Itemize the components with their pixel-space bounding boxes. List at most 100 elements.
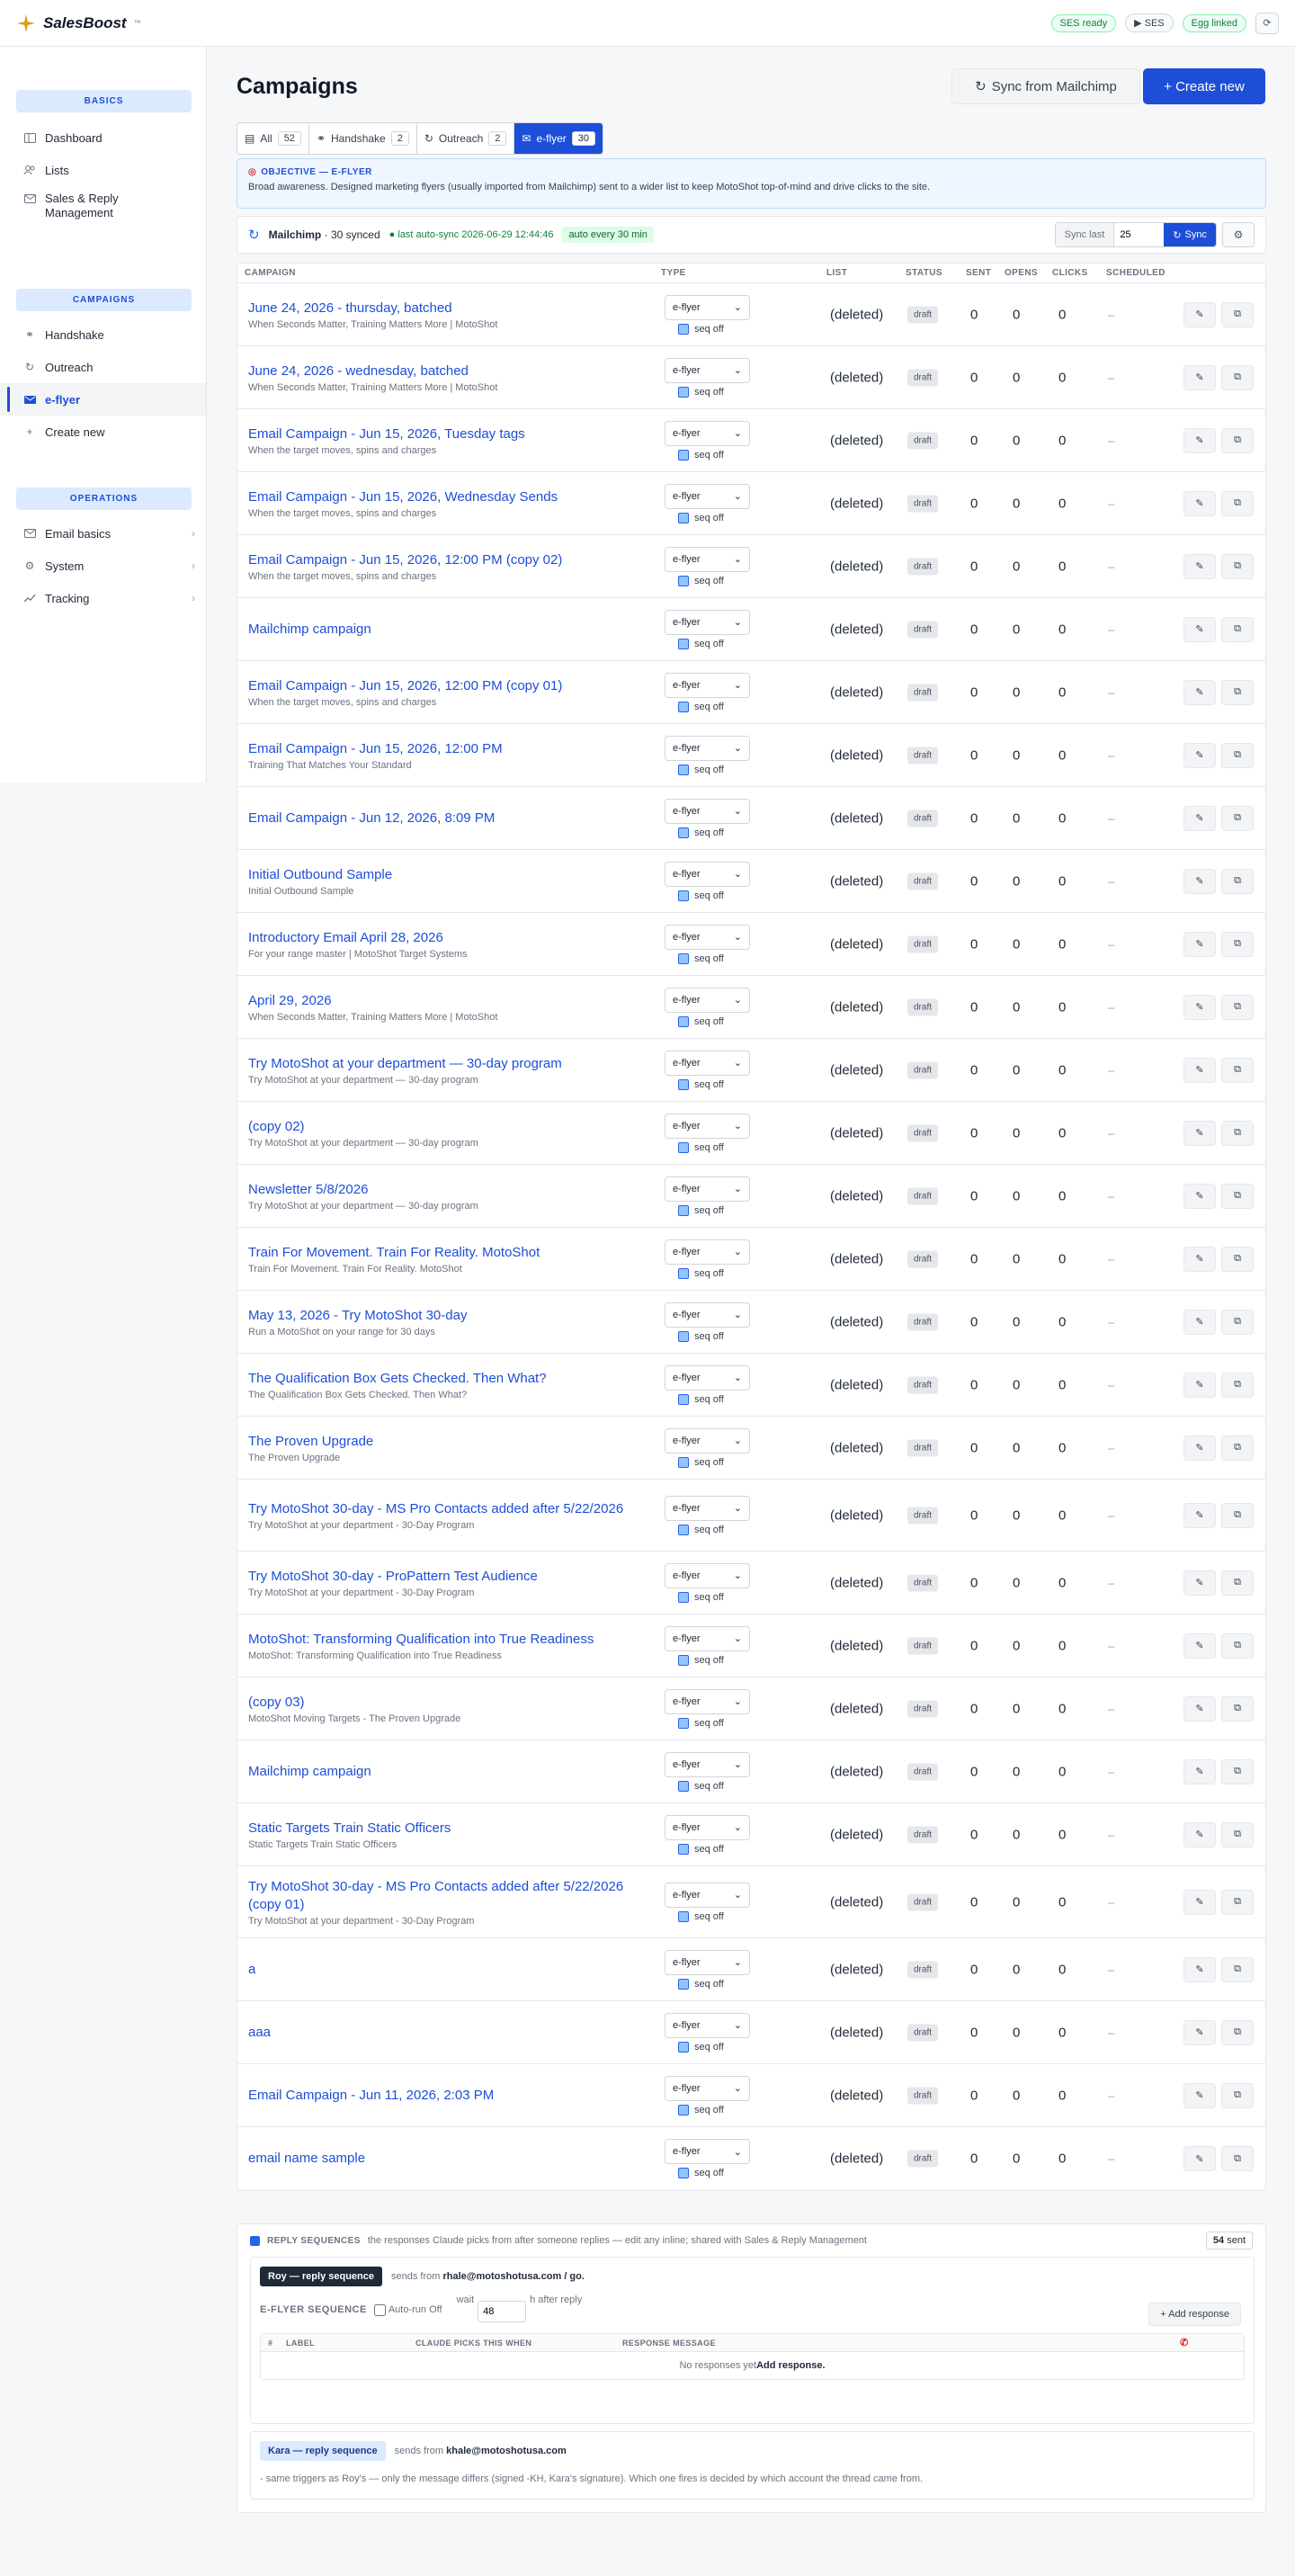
edit-pencil-icon[interactable]: ✎ xyxy=(1183,868,1216,894)
seq-toggle[interactable]: seq off xyxy=(665,1717,750,1729)
seq-toggle[interactable]: seq off xyxy=(665,890,750,901)
brand[interactable]: SalesBoost ™ xyxy=(16,13,141,33)
seq-checkbox[interactable] xyxy=(678,1204,689,1216)
edit-pencil-icon[interactable]: ✎ xyxy=(1183,805,1216,831)
type-select[interactable]: e-flyer ⌄ xyxy=(665,1495,750,1521)
seq-toggle[interactable]: seq off xyxy=(665,1654,750,1666)
type-select[interactable]: e-flyer ⌄ xyxy=(665,1562,750,1588)
edit-pencil-icon[interactable]: ✎ xyxy=(1183,2146,1216,2171)
seq-toggle[interactable]: seq off xyxy=(665,512,750,523)
edit-pencil-icon[interactable]: ✎ xyxy=(1183,553,1216,579)
sync-last-input[interactable] xyxy=(1114,223,1165,246)
seq-checkbox[interactable] xyxy=(678,575,689,586)
sidebar-item-email-basics[interactable]: Email basics › xyxy=(0,517,206,550)
type-select[interactable]: e-flyer ⌄ xyxy=(665,1814,750,1840)
type-select[interactable]: e-flyer ⌄ xyxy=(665,1239,750,1265)
campaign-title-link[interactable]: Email Campaign - Jun 15, 2026, Tuesday t… xyxy=(248,425,635,443)
add-response-link[interactable]: Add response. xyxy=(756,2360,825,2371)
type-select[interactable]: e-flyer ⌄ xyxy=(665,1751,750,1777)
seq-checkbox[interactable] xyxy=(678,1524,689,1535)
create-new-button[interactable]: + Create new xyxy=(1143,68,1265,104)
copy-icon[interactable]: ⧉ xyxy=(1221,1502,1254,1528)
copy-icon[interactable]: ⧉ xyxy=(1221,301,1254,327)
edit-pencil-icon[interactable]: ✎ xyxy=(1183,364,1216,390)
copy-icon[interactable]: ⧉ xyxy=(1221,931,1254,957)
type-select[interactable]: e-flyer ⌄ xyxy=(665,483,750,509)
seq-checkbox[interactable] xyxy=(678,2104,689,2115)
sync-from-mailchimp-button[interactable]: ↻ Sync from Mailchimp xyxy=(951,68,1140,104)
refresh-icon[interactable]: ⟳ xyxy=(1255,12,1279,34)
seq-checkbox[interactable] xyxy=(678,827,689,838)
seq-toggle[interactable]: seq off xyxy=(665,575,750,586)
copy-icon[interactable]: ⧉ xyxy=(1221,1758,1254,1784)
campaign-title-link[interactable]: (copy 03) xyxy=(248,1694,635,1712)
type-select[interactable]: e-flyer ⌄ xyxy=(665,357,750,383)
copy-icon[interactable]: ⧉ xyxy=(1221,868,1254,894)
seq-toggle[interactable]: seq off xyxy=(665,323,750,335)
copy-icon[interactable]: ⧉ xyxy=(1221,427,1254,453)
campaign-title-link[interactable]: Static Targets Train Static Officers xyxy=(248,1820,635,1838)
seq-toggle[interactable]: seq off xyxy=(665,1591,750,1603)
seq-toggle[interactable]: seq off xyxy=(665,1780,750,1792)
copy-icon[interactable]: ⧉ xyxy=(1221,1309,1254,1335)
type-select[interactable]: e-flyer ⌄ xyxy=(665,798,750,824)
type-select[interactable]: e-flyer ⌄ xyxy=(665,2012,750,2038)
tab-outreach[interactable]: ↻ Outreach 2 xyxy=(417,123,515,154)
campaign-title-link[interactable]: (copy 02) xyxy=(248,1118,635,1136)
sidebar-item-dashboard[interactable]: Dashboard xyxy=(0,121,206,154)
edit-pencil-icon[interactable]: ✎ xyxy=(1183,1435,1216,1461)
type-select[interactable]: e-flyer ⌄ xyxy=(665,1625,750,1651)
seq-toggle[interactable]: seq off xyxy=(665,701,750,712)
campaign-title-link[interactable]: Email Campaign - Jun 12, 2026, 8:09 PM xyxy=(248,809,635,827)
edit-pencil-icon[interactable]: ✎ xyxy=(1183,1057,1216,1083)
edit-pencil-icon[interactable]: ✎ xyxy=(1183,1502,1216,1528)
seq-toggle[interactable]: seq off xyxy=(665,1393,750,1405)
sidebar-item-outreach[interactable]: ↻ Outreach xyxy=(0,351,206,383)
seq-toggle[interactable]: seq off xyxy=(665,764,750,775)
copy-icon[interactable]: ⧉ xyxy=(1221,679,1254,705)
seq-checkbox[interactable] xyxy=(678,1330,689,1342)
type-select[interactable]: e-flyer ⌄ xyxy=(665,1364,750,1391)
seq-toggle[interactable]: seq off xyxy=(665,1015,750,1027)
edit-pencil-icon[interactable]: ✎ xyxy=(1183,1632,1216,1659)
edit-pencil-icon[interactable]: ✎ xyxy=(1183,616,1216,642)
sidebar-item-handshake[interactable]: ⚭ Handshake xyxy=(0,318,206,351)
edit-pencil-icon[interactable]: ✎ xyxy=(1183,742,1216,768)
edit-pencil-icon[interactable]: ✎ xyxy=(1183,2019,1216,2045)
seq-checkbox[interactable] xyxy=(678,1780,689,1792)
seq-checkbox[interactable] xyxy=(678,1978,689,1990)
campaign-title-link[interactable]: April 29, 2026 xyxy=(248,992,635,1010)
seq-toggle[interactable]: seq off xyxy=(665,386,750,398)
seq-checkbox[interactable] xyxy=(678,449,689,461)
type-select[interactable]: e-flyer ⌄ xyxy=(665,1050,750,1076)
seq-checkbox[interactable] xyxy=(678,1141,689,1153)
seq-checkbox[interactable] xyxy=(678,1591,689,1603)
type-select[interactable]: e-flyer ⌄ xyxy=(665,924,750,950)
type-select[interactable]: e-flyer ⌄ xyxy=(665,1427,750,1453)
copy-icon[interactable]: ⧉ xyxy=(1221,1632,1254,1659)
campaign-title-link[interactable]: The Qualification Box Gets Checked. Then… xyxy=(248,1370,635,1388)
edit-pencil-icon[interactable]: ✎ xyxy=(1183,1956,1216,1982)
seq-checkbox[interactable] xyxy=(678,2168,689,2178)
seq-toggle[interactable]: seq off xyxy=(665,1910,750,1922)
edit-pencil-icon[interactable]: ✎ xyxy=(1183,931,1216,957)
seq-toggle[interactable]: seq off xyxy=(665,1330,750,1342)
seq-toggle[interactable]: seq off xyxy=(665,1843,750,1855)
type-select[interactable]: e-flyer ⌄ xyxy=(665,861,750,887)
type-select[interactable]: e-flyer ⌄ xyxy=(665,294,750,320)
seq-toggle[interactable]: seq off xyxy=(665,2041,750,2053)
seq-checkbox[interactable] xyxy=(678,512,689,523)
campaign-title-link[interactable]: Introductory Email April 28, 2026 xyxy=(248,929,635,947)
campaign-title-link[interactable]: Newsletter 5/8/2026 xyxy=(248,1181,635,1199)
sidebar-item-tracking[interactable]: Tracking › xyxy=(0,582,206,614)
copy-icon[interactable]: ⧉ xyxy=(1221,994,1254,1020)
campaign-title-link[interactable]: a xyxy=(248,1961,635,1979)
seq-toggle[interactable]: seq off xyxy=(665,2168,750,2178)
campaign-title-link[interactable]: aaa xyxy=(248,2024,635,2042)
seq-toggle[interactable]: seq off xyxy=(665,1078,750,1090)
type-select[interactable]: e-flyer ⌄ xyxy=(665,1301,750,1328)
sidebar-item-sales-reply[interactable]: Sales & Reply Management xyxy=(0,186,206,226)
edit-pencil-icon[interactable]: ✎ xyxy=(1183,1758,1216,1784)
type-select[interactable]: e-flyer ⌄ xyxy=(665,735,750,761)
sidebar-item-system[interactable]: ⚙ System › xyxy=(0,550,206,582)
